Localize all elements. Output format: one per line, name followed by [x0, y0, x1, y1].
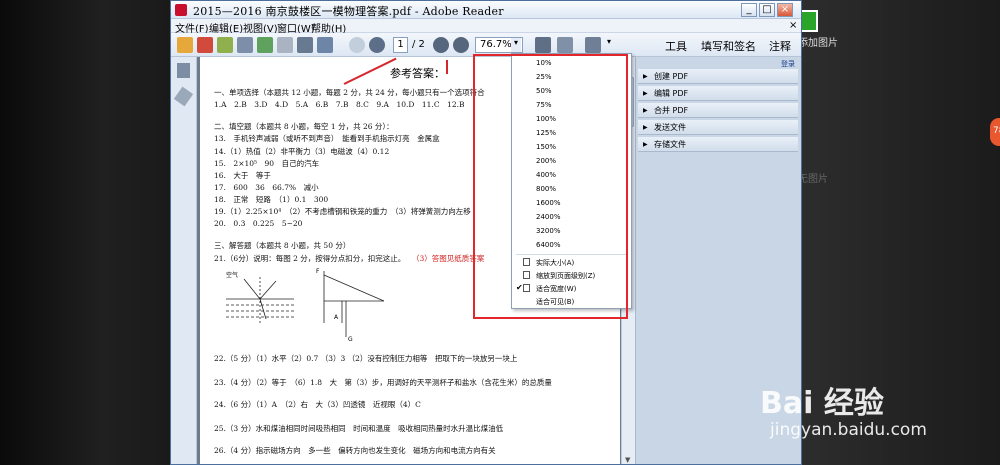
save-icon[interactable] — [277, 37, 293, 53]
page-number-input[interactable]: 1 — [393, 37, 408, 53]
doc-line: 三、解答题（本题共 8 小题，共 50 分） — [214, 241, 351, 250]
side-badge[interactable]: 78 — [990, 118, 1000, 146]
watermark-url: jingyan.baidu.com — [770, 420, 927, 440]
pages-icon[interactable] — [177, 63, 190, 78]
doc-line: 21.（6分）说明：每图 2 分，按得分点扣分，扣完这止。 — [214, 254, 406, 263]
prev-page-icon[interactable] — [349, 37, 365, 53]
panel-section-label: 存储文件 — [654, 140, 686, 149]
doc-line: 一、单项选择（本题共 12 小题，每题 2 分，共 24 分，每小题只有一个选项… — [214, 88, 485, 97]
doc-line: 13. 手机铃声减弱（或听不到声音） 能看到手机指示灯亮 金属盒 — [214, 134, 440, 143]
page-total-label: / 2 — [412, 39, 425, 50]
doc-line: 22.（5 分）（1）水平（2）0.7 （3）3 （2）没有控制压力相等 把取下… — [214, 354, 518, 363]
panel-send-files[interactable]: ▶ 发送文件 — [638, 120, 798, 135]
doc-line: 19.（1）2.25×10⁴ （2）不考虑槽钢和铁笼的重力 （3）将弹簧测力向左… — [214, 207, 471, 216]
fill-sign-button[interactable]: 填写和签名 — [701, 38, 756, 54]
doc-line: 24.（6 分）（1）A （2）右 大（3）凹透镜 近视眼（4）C — [214, 400, 421, 409]
expand-icon: ▶ — [643, 73, 648, 80]
panel-section-label: 编辑 PDF — [654, 89, 689, 98]
doc-line: 14.（1）热值（2）非平衡力（3）电磁波（4）0.12 — [214, 147, 390, 156]
email-icon[interactable] — [237, 37, 253, 53]
panel-combine-pdf[interactable]: ▶ 合并 PDF — [638, 103, 798, 118]
figure-label-f: F — [316, 268, 320, 275]
combine-icon[interactable] — [197, 37, 213, 53]
figure-label-a: A — [334, 314, 339, 321]
maximize-button[interactable]: □ — [759, 3, 775, 17]
doc-line: 26.（4 分）指示磁场方向 多一些 偏转方向也发生变化 磁场方向和电流方向有关 — [214, 446, 496, 455]
toolbar-more-icon[interactable]: ▾ — [607, 37, 617, 53]
background-left — [0, 0, 170, 465]
pdf-app-icon — [175, 4, 187, 16]
answers-title: 参考答案： — [390, 67, 445, 80]
figure-label-g: G — [348, 336, 353, 343]
expand-icon: ▶ — [643, 141, 648, 148]
read-mode-icon[interactable] — [585, 37, 601, 53]
no-image-label: 无图片 — [798, 174, 828, 185]
panel-section-label: 创建 PDF — [654, 72, 689, 81]
doc-line: 17. 600 36 66.7% 减小 — [214, 183, 319, 192]
minimize-button[interactable]: _ — [741, 3, 757, 17]
left-navigation-pane — [171, 57, 197, 464]
figure-label-air: 空气 — [226, 271, 238, 279]
doc-line: 16. 大于 等于 — [214, 171, 271, 180]
doc-line: 二、填空题（本题共 8 小题，每空 1 分，共 26 分）： — [214, 122, 394, 131]
fit-width-icon[interactable] — [557, 37, 573, 53]
menu-bar: 文件(F) 编辑(E) 视图(V) 窗口(W) 帮助(H) × — [171, 19, 801, 35]
doc-line: 23.（4 分）（2）等于 （6）1.8 大 第（3）步，用调好的天平测杯子和盐… — [214, 378, 552, 387]
answer-figures: 空气 F A G — [226, 268, 385, 343]
expand-icon: ▶ — [643, 90, 648, 97]
doc-line: 18. 正常 短路 （1）0.1 300 — [214, 195, 329, 204]
doc-line: 15. 2×10⁵ 90 自己的汽车 — [214, 159, 320, 168]
window-title: 2015—2016 南京鼓楼区一模物理答案.pdf - Adobe Reader — [193, 5, 504, 18]
expand-icon: ▶ — [643, 107, 648, 114]
title-bar: 2015—2016 南京鼓楼区一模物理答案.pdf - Adobe Reader… — [171, 1, 801, 19]
cloud-icon[interactable] — [257, 37, 273, 53]
doc-line: 25.（3 分）水和煤油相同时间吸热相同 时间和温度 吸收相同热量时水升温比煤油… — [214, 424, 504, 433]
doc-line: 20. 0.3 0.225 5~20 — [214, 219, 303, 228]
panel-section-label: 发送文件 — [654, 123, 686, 132]
fit-page-icon[interactable] — [535, 37, 551, 53]
next-page-icon[interactable] — [369, 37, 385, 53]
scroll-down-icon[interactable]: ▼ — [625, 456, 630, 464]
tools-button[interactable]: 工具 — [665, 38, 687, 54]
doc-line: 1.A 2.B 3.D 4.D 5.A 6.B 7.B 8.C 9.A 10.D… — [214, 100, 465, 109]
edit-icon[interactable] — [217, 37, 233, 53]
zoom-dropdown-icon[interactable]: ▾ — [511, 38, 521, 52]
panel-create-pdf[interactable]: ▶ 创建 PDF — [638, 69, 798, 84]
mail-icon[interactable] — [317, 37, 333, 53]
highlight-box — [473, 54, 628, 319]
menu-close-icon[interactable]: × — [789, 20, 797, 31]
add-image-label[interactable]: 添加图片 — [798, 34, 838, 49]
print-icon[interactable] — [297, 37, 313, 53]
login-link[interactable]: 登录 — [781, 59, 795, 69]
create-pdf-icon[interactable] — [177, 37, 193, 53]
attachment-icon[interactable] — [173, 86, 194, 107]
baidu-watermark: Bai 经验 — [760, 386, 884, 421]
zoom-out-icon[interactable] — [433, 37, 449, 53]
zoom-in-icon[interactable] — [453, 37, 469, 53]
close-button[interactable]: × — [777, 3, 793, 17]
annotation-arrow-up — [446, 60, 448, 74]
panel-store-files[interactable]: ▶ 存储文件 — [638, 137, 798, 152]
comment-button[interactable]: 注释 — [769, 38, 791, 54]
panel-edit-pdf[interactable]: ▶ 编辑 PDF — [638, 86, 798, 101]
expand-icon: ▶ — [643, 124, 648, 131]
panel-section-label: 合并 PDF — [654, 106, 689, 115]
